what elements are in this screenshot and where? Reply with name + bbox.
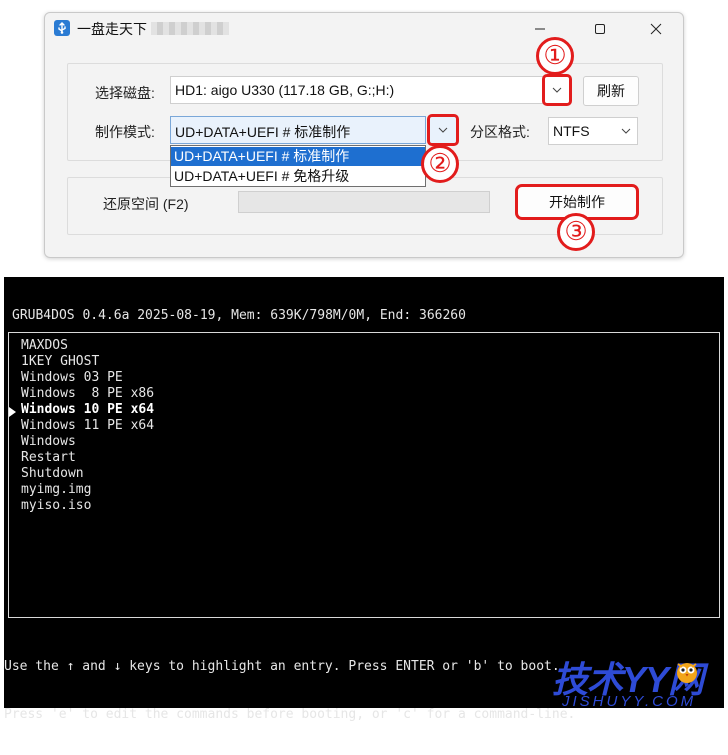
minimize-icon [535,28,545,30]
mode-option[interactable]: UD+DATA+UEFI # 标准制作 [171,147,425,166]
grub-console: GRUB4DOS 0.4.6a 2025-08-19, Mem: 639K/79… [4,277,726,722]
maximize-button[interactable] [585,17,615,41]
chevron-down-icon [438,127,448,133]
help-line: Press 'e' to edit the commands before bo… [4,707,576,722]
progress-bar [238,191,490,213]
boot-menu-item[interactable]: Windows 11 PE x64 [21,418,154,434]
boot-menu-item-selected[interactable]: Windows 10 PE x64 [21,402,154,418]
disk-select[interactable]: HD1: aigo U330 (117.18 GB, G:;H:) [170,76,570,104]
boot-menu-item[interactable]: myimg.img [21,482,154,498]
boot-menu-item[interactable]: Windows 03 PE [21,370,154,386]
mode-label: 制作模式: [95,124,155,140]
boot-menu-item[interactable]: Windows 8 PE x86 [21,386,154,402]
boot-menu: MAXDOS 1KEY GHOST Windows 03 PE Windows … [21,338,154,514]
disk-label: 选择磁盘: [95,85,155,101]
chevron-down-icon [621,128,631,134]
usb-app-icon [54,20,70,36]
app-window: 一盘走天下 选择磁盘: HD1: aigo U330 (117.18 GB, G… [44,12,684,258]
refresh-button[interactable]: 刷新 [583,76,639,106]
blurred-title-suffix [151,22,229,35]
window-title: 一盘走天下 [77,22,147,38]
chevron-down-icon [552,87,562,93]
mode-select-value: UD+DATA+UEFI # 标准制作 [175,124,351,140]
close-icon [650,23,662,35]
help-line: Use the ↑ and ↓ keys to highlight an ent… [4,659,560,674]
close-button[interactable] [641,17,671,41]
selection-pointer-icon [9,407,16,417]
mode-dropdown-button[interactable] [427,114,459,146]
watermark-url: JISHUYY.COM [562,693,697,710]
boot-menu-item[interactable]: myiso.iso [21,498,154,514]
mode-select[interactable]: UD+DATA+UEFI # 标准制作 [170,116,426,144]
mode-option[interactable]: UD+DATA+UEFI # 免格升级 [171,167,425,186]
partition-label: 分区格式: [470,124,530,140]
mode-dropdown-list: UD+DATA+UEFI # 标准制作 UD+DATA+UEFI # 免格升级 [170,145,426,187]
boot-menu-item[interactable]: Shutdown [21,466,154,482]
step-marker: ③ [557,213,595,251]
step-marker: ② [421,145,459,183]
partition-select[interactable]: NTFS [548,117,638,145]
boot-menu-item[interactable]: 1KEY GHOST [21,354,154,370]
grub-header: GRUB4DOS 0.4.6a 2025-08-19, Mem: 639K/79… [12,308,466,323]
boot-menu-item[interactable]: MAXDOS [21,338,154,354]
disk-dropdown-button[interactable] [542,74,572,106]
title-bar[interactable]: 一盘走天下 [45,13,683,45]
site-watermark: 技术YY网 JISHUYY.COM [550,651,726,710]
partition-select-value: NTFS [553,123,590,139]
help-text: Use the ↑ and ↓ keys to highlight an ent… [4,627,575,755]
boot-menu-item[interactable]: Windows [21,434,154,450]
step-marker: ① [536,37,574,75]
owl-icon [677,663,697,683]
maximize-icon [595,24,605,34]
restore-space-label: 还原空间 (F2) [103,196,189,212]
disk-select-value: HD1: aigo U330 (117.18 GB, G:;H:) [175,82,395,98]
boot-menu-item[interactable]: Restart [21,450,154,466]
